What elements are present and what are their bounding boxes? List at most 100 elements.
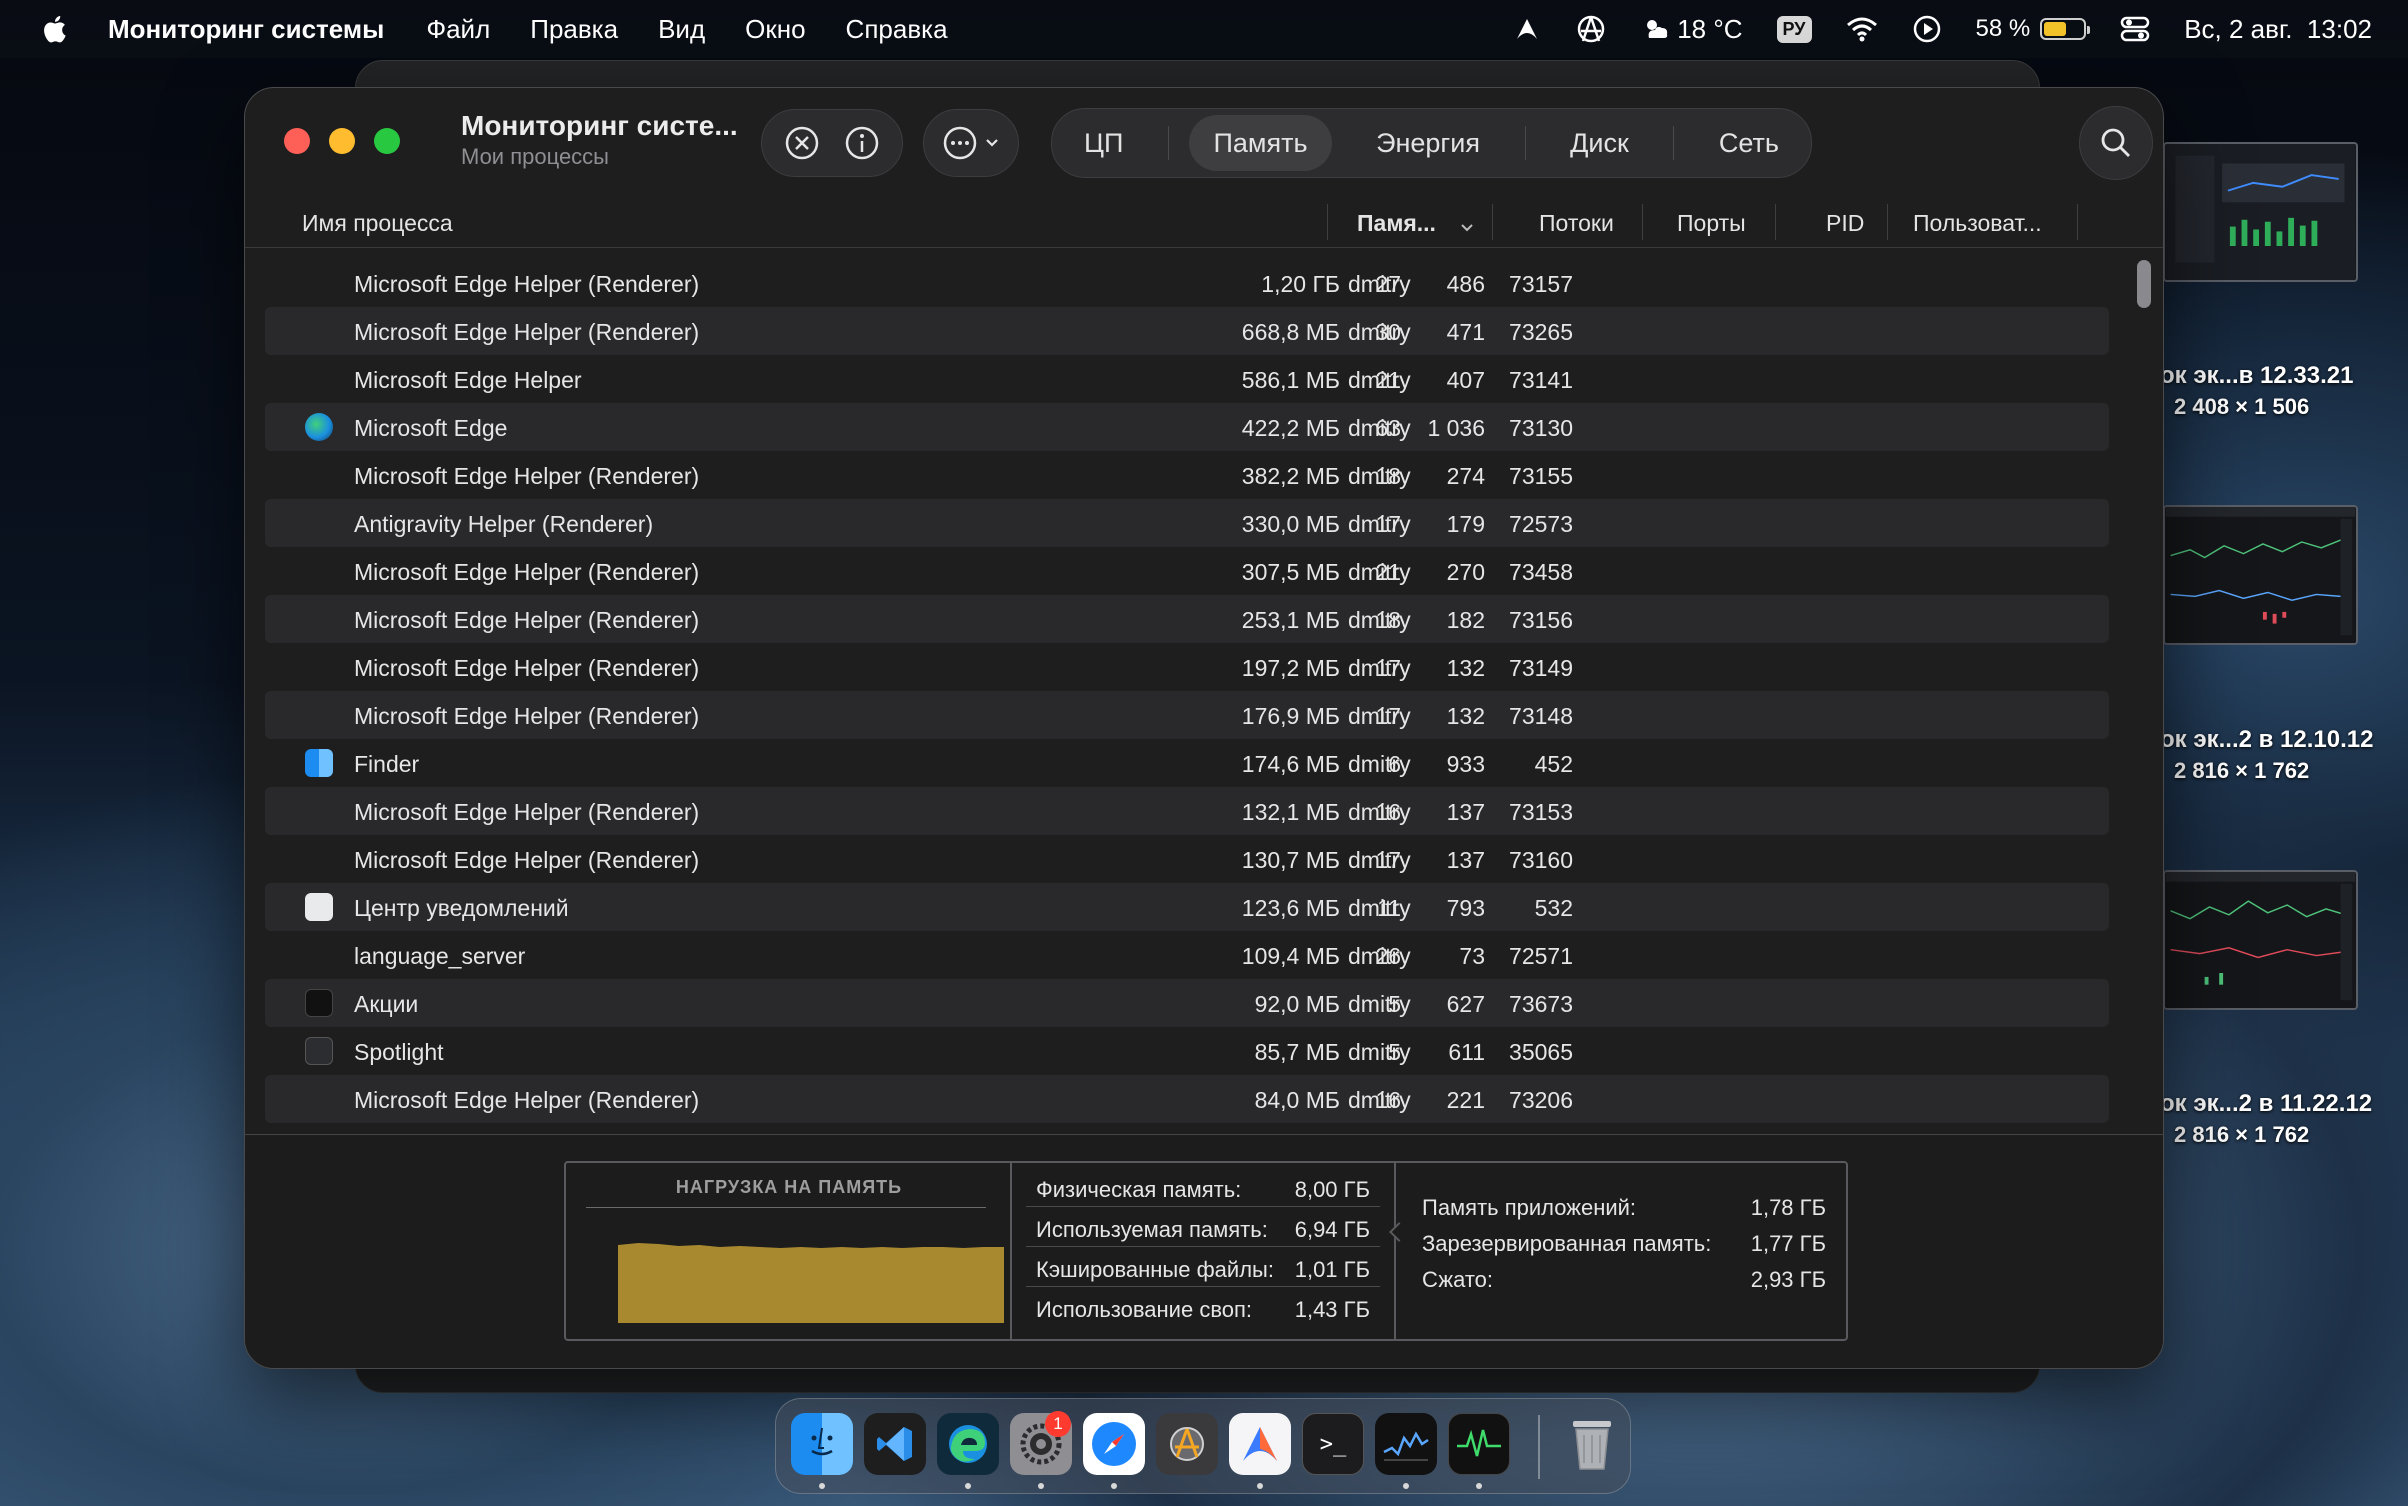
- desktop-file-size: 2 408 × 1 506: [2174, 394, 2310, 419]
- table-row[interactable]: Spotlight 85,7 МБ 5 611 35065 dmitry: [265, 1027, 2109, 1075]
- column-header-pid[interactable]: PID: [1826, 210, 1864, 237]
- table-row[interactable]: Microsoft Edge Helper (Renderer) 84,0 МБ 1…: [265, 1075, 2109, 1123]
- vertical-scrollbar[interactable]: [2135, 256, 2153, 1136]
- table-row[interactable]: Microsoft Edge Helper (Renderer) 1,20 ГБ 2…: [265, 259, 2109, 307]
- tab-network[interactable]: Сеть: [1695, 115, 1803, 171]
- search-button[interactable]: [2079, 106, 2153, 180]
- menu-window[interactable]: Окно: [745, 14, 805, 45]
- desktop-file-thumbnail[interactable]: [2163, 870, 2358, 1010]
- menu-edit[interactable]: Правка: [530, 14, 618, 45]
- more-actions-button[interactable]: [923, 109, 1019, 177]
- tab-energy[interactable]: Энергия: [1352, 115, 1504, 171]
- info-icon[interactable]: [844, 125, 880, 161]
- table-row[interactable]: Microsoft Edge Helper (Renderer) 382,2 МБ…: [265, 451, 2109, 499]
- menu-file[interactable]: Файл: [426, 14, 490, 45]
- column-header-ports[interactable]: Порты: [1677, 210, 1746, 237]
- memory-pressure-graph: [618, 1243, 1004, 1323]
- cell-pid: 73206: [1509, 1087, 1573, 1113]
- keyboard-layout-badge[interactable]: РУ: [1776, 15, 1812, 43]
- column-header-user[interactable]: Пользоват...: [1913, 210, 2042, 237]
- tab-cpu[interactable]: ЦП: [1060, 115, 1147, 171]
- scrollbar-thumb[interactable]: [2137, 260, 2151, 308]
- instruments-status-icon[interactable]: [1575, 13, 1607, 45]
- cell-pid: 532: [1534, 895, 1573, 921]
- battery-widget[interactable]: 58 %: [1976, 15, 2091, 43]
- memory-pressure-section: НАГРУЗКА НА ПАМЯТЬ: [566, 1163, 1012, 1339]
- table-row[interactable]: Microsoft Edge Helper (Renderer) 176,9 МБ…: [265, 691, 2109, 739]
- cell-pid: 73155: [1509, 463, 1573, 489]
- cell-user: dmitry: [1348, 655, 1411, 681]
- menu-help[interactable]: Справка: [846, 14, 948, 45]
- table-row[interactable]: Finder 174,6 МБ 6 933 452 dmitry: [265, 739, 2109, 787]
- desktop-file-thumbnail[interactable]: [2163, 505, 2358, 645]
- edge-app-icon: [305, 413, 333, 441]
- cell-process-name: Microsoft Edge: [354, 415, 508, 441]
- table-row[interactable]: Акции 92,0 МБ 5 627 73673 dmitry: [265, 979, 2109, 1027]
- cell-pid: 452: [1534, 751, 1573, 777]
- table-row[interactable]: Microsoft Edge Helper 586,1 МБ 21 407 73141 d…: [265, 355, 2109, 403]
- sort-descending-icon[interactable]: [1459, 222, 1475, 234]
- tab-disk[interactable]: Диск: [1546, 115, 1653, 171]
- column-header-name[interactable]: Имя процесса: [302, 210, 453, 237]
- desktop-file-size: 2 816 × 1 762: [2174, 758, 2310, 783]
- physical-memory-value: 8,00 ГБ: [1294, 1177, 1370, 1202]
- now-playing-icon[interactable]: [1912, 14, 1942, 44]
- stocks-icon[interactable]: [1375, 1413, 1437, 1475]
- zoom-window-button[interactable]: [374, 128, 400, 154]
- ellipsis-circle-icon: [943, 126, 977, 160]
- tab-memory[interactable]: Память: [1189, 115, 1332, 171]
- physical-memory-value: 1,43 ГБ: [1294, 1297, 1370, 1322]
- cell-process-name: language_server: [354, 943, 526, 969]
- window-title: Мониторинг систе...: [461, 110, 738, 141]
- table-row[interactable]: Microsoft Edge Helper (Renderer) 130,7 МБ…: [265, 835, 2109, 883]
- table-row[interactable]: language_server 109,4 МБ 26 73 72571 dmitry: [265, 931, 2109, 979]
- finder-icon[interactable]: [791, 1413, 853, 1475]
- memory-summary-box: НАГРУЗКА НА ПАМЯТЬ Физическая память: 8,0…: [564, 1161, 1848, 1341]
- desktop-file-name[interactable]: ок эк...2 в 11.22.12: [2160, 1090, 2372, 1118]
- physical-memory-row: Использование своп: 1,43 ГБ: [1026, 1287, 1380, 1327]
- edge-icon[interactable]: [937, 1413, 999, 1475]
- physical-memory-label: Используемая память:: [1036, 1217, 1268, 1242]
- table-row[interactable]: Microsoft Edge Helper (Renderer) 253,1 МБ…: [265, 595, 2109, 643]
- table-row[interactable]: Центр уведомлений 123,6 МБ 11 793 532 dmitry: [265, 883, 2109, 931]
- weather-widget[interactable]: 18 °C: [1641, 14, 1743, 45]
- menu-app-name[interactable]: Мониторинг системы: [108, 14, 384, 45]
- table-row[interactable]: Microsoft Edge Helper (Renderer) 307,5 МБ…: [265, 547, 2109, 595]
- antigravity-status-icon[interactable]: [1513, 15, 1541, 43]
- table-row[interactable]: Antigravity Helper (Renderer) 330,0 МБ 17 1…: [265, 499, 2109, 547]
- desktop-file-name[interactable]: ок эк...2 в 12.10.12: [2160, 726, 2373, 754]
- clock[interactable]: Вс, 2 авг. 13:02: [2184, 14, 2372, 45]
- table-row[interactable]: Microsoft Edge Helper (Renderer) 197,2 МБ…: [265, 643, 2109, 691]
- memory-breakdown-section: Память приложений: 1,78 ГБ Зарезервированн…: [1396, 1163, 1846, 1339]
- minimize-window-button[interactable]: [329, 128, 355, 154]
- memory-breakdown-row: Сжато: 2,93 ГБ: [1422, 1267, 1826, 1303]
- column-header-threads[interactable]: Потоки: [1539, 210, 1614, 237]
- terminal-icon[interactable]: >_: [1302, 1413, 1364, 1475]
- cell-user: dmitry: [1348, 895, 1411, 921]
- activity-monitor-icon[interactable]: [1448, 1413, 1510, 1475]
- control-center-icon[interactable]: [2120, 15, 2150, 43]
- memory-breakdown-value: 1,78 ГБ: [1750, 1195, 1826, 1220]
- column-header-memory[interactable]: Памя...: [1357, 210, 1436, 237]
- search-icon: [2101, 128, 2130, 157]
- stop-process-icon[interactable]: [784, 125, 820, 161]
- table-row[interactable]: Microsoft Edge Helper (Renderer) 668,8 МБ…: [265, 307, 2109, 355]
- desktop-file-name[interactable]: ок эк...в 12.33.21: [2160, 362, 2353, 390]
- desktop-file-thumbnail[interactable]: [2163, 142, 2358, 282]
- cell-process-name: Microsoft Edge Helper (Renderer): [354, 271, 700, 297]
- antigravity-icon[interactable]: [1229, 1413, 1291, 1475]
- wifi-icon[interactable]: [1846, 16, 1878, 42]
- instruments-icon[interactable]: [1156, 1413, 1218, 1475]
- cell-user: dmitry: [1348, 463, 1411, 489]
- table-row[interactable]: Microsoft Edge 422,2 МБ 63 1 036 73130 dmitry: [265, 403, 2109, 451]
- apple-logo-icon[interactable]: [40, 14, 68, 44]
- cell-user: dmitry: [1348, 271, 1411, 297]
- category-tabs: ЦП Память Энергия Диск Сеть: [1051, 108, 1812, 178]
- trash-icon[interactable]: [1561, 1413, 1623, 1475]
- close-window-button[interactable]: [284, 128, 310, 154]
- safari-icon[interactable]: [1083, 1413, 1145, 1475]
- table-row[interactable]: Microsoft Edge Helper (Renderer) 132,1 МБ…: [265, 787, 2109, 835]
- cell-pid: 73156: [1509, 607, 1573, 633]
- vscode-icon[interactable]: [864, 1413, 926, 1475]
- menu-view[interactable]: Вид: [658, 14, 705, 45]
